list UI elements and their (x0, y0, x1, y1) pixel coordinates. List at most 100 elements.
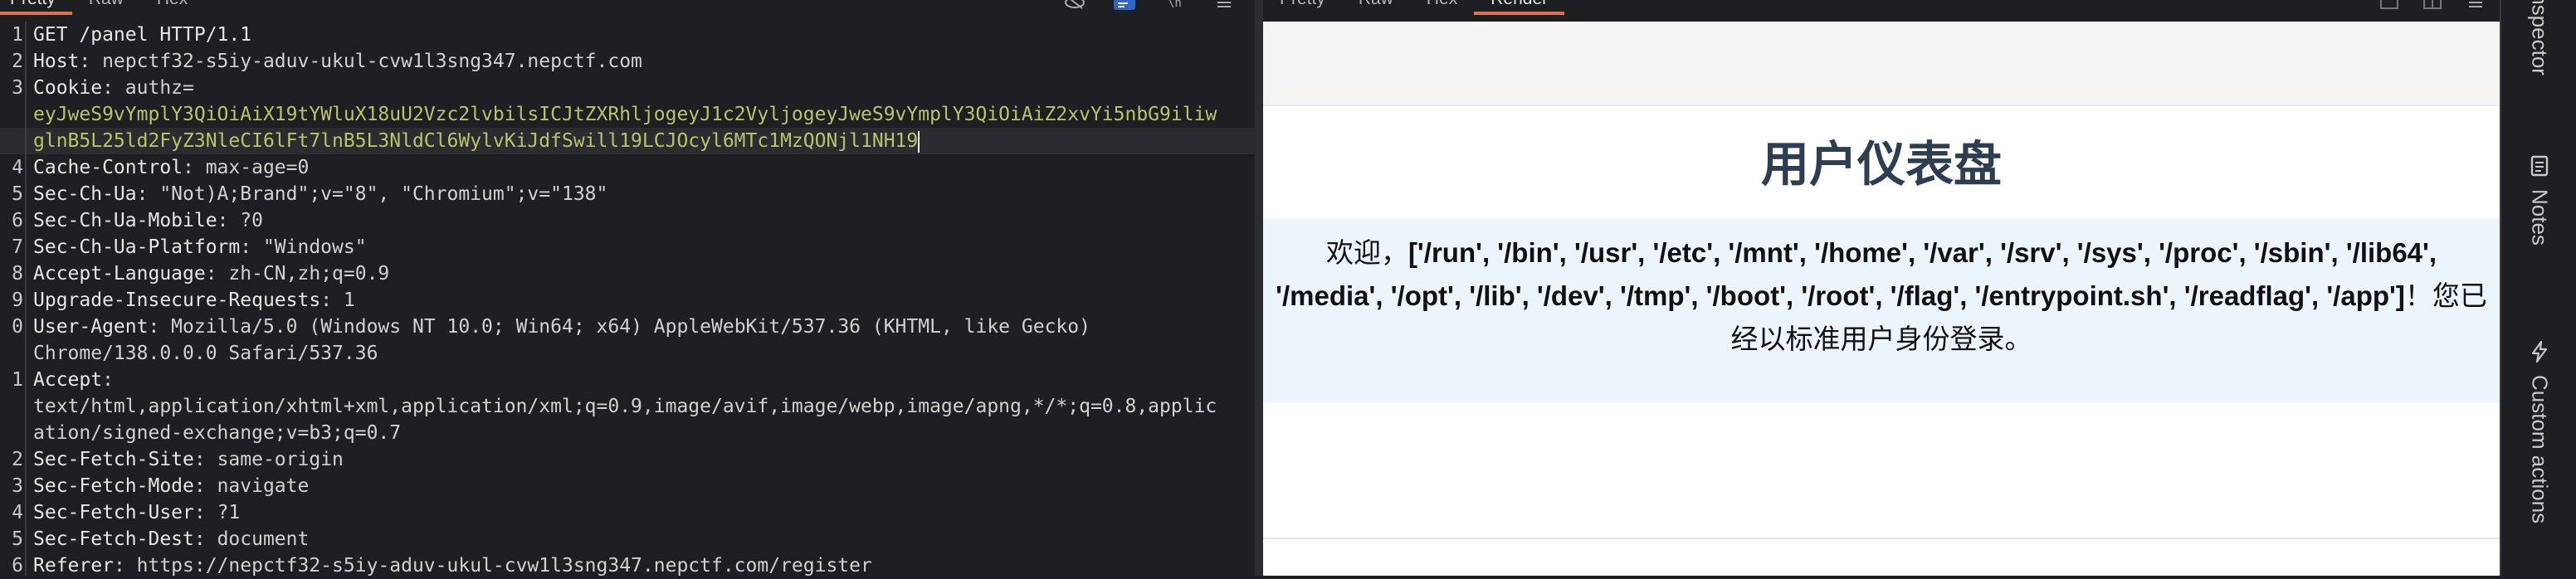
header-name: GET /panel HTTP/1.1 (33, 24, 252, 46)
header-name: Referer (33, 555, 114, 577)
editor-line: 4 Cache-Control: max-age=0 (0, 154, 1255, 181)
tab-hex[interactable]: Hex (1410, 0, 1474, 12)
newline-icon[interactable]: \n (1164, 0, 1185, 10)
line-content: Accept-Language: zh-CN,zh;q=0.9 (30, 260, 389, 287)
response-toolbar (2378, 0, 2486, 10)
layout-horizontal-icon[interactable] (2422, 0, 2443, 10)
username-value: ['/run', '/bin', '/usr', '/etc', '/mnt',… (1276, 237, 2437, 311)
header-name: Cache-Control (33, 157, 183, 178)
editor-line: Chrome/138.0.0.0 Safari/537.36 (0, 340, 1255, 367)
page-header-band (1263, 22, 2500, 105)
line-content: Sec-Fetch-Site: same-origin (30, 446, 344, 473)
line-content: glnB5L25ld2FyZ3NleCI6lFt7lnB5L3NldCl6Wyl… (30, 128, 920, 154)
line-content: text/html,application/xhtml+xml,applicat… (30, 393, 1217, 420)
editor-line: 6 Referer: https://nepctf32-s5iy-aduv-uku… (0, 552, 1255, 579)
editor-line: ation/signed-exchange;v=b3;q=0.7 (0, 420, 1255, 446)
pane-splitter[interactable] (1255, 0, 1263, 576)
lightning-icon (2531, 340, 2548, 363)
line-content: GET /panel HTTP/1.1 (30, 22, 251, 48)
gutter-divider (25, 22, 27, 576)
editor-line: eyJweS9vYmplY3QiOiAiX19tYWluX18uU2Vzc2lv… (0, 101, 1255, 128)
header-name: Sec-Fetch-Mode (33, 475, 194, 497)
header-value: : "Not)A;Brand";v="8", "Chromium";v="138… (136, 183, 608, 205)
welcome-message-box: 欢迎，['/run', '/bin', '/usr', '/etc', '/mn… (1263, 218, 2500, 402)
editor-line: 9 Upgrade-Insecure-Requests: 1 (0, 287, 1255, 314)
tab-pretty[interactable]: Pretty (1263, 0, 1342, 12)
editor-line: 3 Sec-Fetch-Mode: navigate (0, 473, 1255, 499)
header-value: : authz= (102, 77, 194, 99)
header-value: : nepctf32-s5iy-aduv-ukul-cvw1l3sng347.n… (79, 51, 642, 72)
request-toolbar: \n (1064, 0, 1235, 10)
line-content: Cookie: authz= (30, 75, 194, 101)
header-name: Sec-Fetch-Site (33, 449, 194, 470)
rail-inspector[interactable]: Inspector (2501, 0, 2576, 75)
line-content: Referer: https://nepctf32-s5iy-aduv-ukul… (30, 552, 872, 579)
editor-line: 5 Sec-Fetch-Dest: document (0, 526, 1255, 552)
line-content: Sec-Fetch-Dest: document (30, 526, 309, 552)
editor-line: 1 Accept: (0, 367, 1255, 393)
header-value: : https://nepctf32-s5iy-aduv-ukul-cvw1l3… (113, 555, 872, 577)
response-render-pane: Pretty Raw Hex Render 用户仪表盘 欢迎，['/run', … (1263, 0, 2500, 576)
tab-raw[interactable]: Raw (1342, 0, 1410, 12)
header-name: Sec-Fetch-User (33, 502, 194, 523)
cookie-value: glnB5L25ld2FyZ3NleCI6lFt7lnB5L3NldCl6Wyl… (33, 130, 919, 152)
header-value: : 1 (320, 290, 355, 311)
rail-notes-label: Notes (2527, 189, 2553, 246)
editor-line: 5 Sec-Ch-Ua: "Not)A;Brand";v="8", "Chromi… (0, 181, 1255, 207)
line-content: Sec-Ch-Ua: "Not)A;Brand";v="8", "Chromiu… (30, 181, 607, 207)
editor-line: 8 Accept-Language: zh-CN,zh;q=0.9 (0, 260, 1255, 287)
editor-line: text/html,application/xhtml+xml,applicat… (0, 393, 1255, 420)
notes-icon (2530, 155, 2549, 177)
header-value: : ?0 (217, 210, 263, 231)
layout-split-icon[interactable] (2378, 0, 2400, 10)
page-title: 用户仪表盘 (1760, 136, 2002, 192)
header-name: Accept-Language (33, 263, 206, 285)
hide-eye-icon[interactable] (1064, 0, 1086, 10)
rail-notes[interactable]: Notes (2501, 154, 2576, 246)
editor-line: 6 Sec-Ch-Ua-Mobile: ?0 (0, 207, 1255, 234)
line-content: Cache-Control: max-age=0 (30, 154, 309, 181)
editor-line: 0 User-Agent: Mozilla/5.0 (Windows NT 10.… (0, 314, 1255, 340)
header-name: Sec-Ch-Ua-Platform (33, 236, 241, 258)
tab-render[interactable]: Render (1474, 0, 1565, 15)
tab-raw[interactable]: Raw (72, 0, 140, 12)
editor-line: 2 Host: nepctf32-s5iy-aduv-ukul-cvw1l3sng… (0, 48, 1255, 75)
header-value: : max-age=0 (183, 157, 310, 178)
header-name: Host (33, 51, 80, 72)
line-content: User-Agent: Mozilla/5.0 (Windows NT 10.0… (30, 314, 1090, 340)
request-editor-pane: Pretty Raw Hex \n 1GET /panel HTTP/1.12H… (0, 0, 1255, 579)
text-caret (918, 130, 920, 153)
header-value: Chrome/138.0.0.0 Safari/537.36 (33, 343, 378, 364)
inspector-rail: Inspector Notes Custom actions (2500, 0, 2576, 576)
line-content: Chrome/138.0.0.0 Safari/537.36 (30, 340, 378, 367)
editor-line: 3 Cookie: authz= (0, 75, 1255, 101)
line-content: Sec-Fetch-User: ?1 (30, 499, 240, 526)
editor-line: 1 GET /panel HTTP/1.1 (0, 22, 1255, 48)
request-text-editor[interactable]: 1 GET /panel HTTP/1.1 2 Host: nepctf32-s5iy… (0, 22, 1255, 579)
menu-icon[interactable] (2465, 0, 2486, 10)
header-value: text/html,application/xhtml+xml,applicat… (33, 396, 1217, 417)
header-name: Sec-Ch-Ua (33, 183, 137, 205)
header-name: Upgrade-Insecure-Requests (33, 290, 321, 311)
rail-custom-actions[interactable]: Custom actions (2501, 340, 2576, 523)
line-content: Sec-Fetch-Mode: navigate (30, 473, 309, 499)
cookie-value: eyJweS9vYmplY3QiOiAiX19tYWluX18uU2Vzc2lv… (33, 104, 1217, 125)
tab-pretty[interactable]: Pretty (0, 0, 72, 15)
line-content: Accept: (30, 367, 114, 393)
welcome-prefix: 欢迎， (1325, 237, 1408, 268)
line-content: eyJweS9vYmplY3QiOiAiX19tYWluX18uU2Vzc2lv… (30, 101, 1217, 128)
welcome-message: 欢迎，['/run', '/bin', '/usr', '/etc', '/mn… (1273, 231, 2490, 361)
header-value: : ?1 (193, 502, 241, 523)
line-content: Host: nepctf32-s5iy-aduv-ukul-cvw1l3sng3… (30, 48, 642, 75)
tab-hex[interactable]: Hex (140, 0, 204, 12)
editor-line: 4 Sec-Fetch-User: ?1 (0, 499, 1255, 526)
rail-inspector-label: Inspector (2527, 0, 2553, 75)
header-name: Sec-Ch-Ua-Mobile (33, 210, 217, 231)
header-value: ation/signed-exchange;v=b3;q=0.7 (33, 422, 402, 444)
menu-icon[interactable] (1213, 0, 1235, 10)
header-value: : (102, 369, 114, 391)
editor-line: 2 Sec-Fetch-Site: same-origin (0, 446, 1255, 473)
line-content: Sec-Ch-Ua-Mobile: ?0 (30, 207, 263, 234)
wrap-lines-icon[interactable] (1114, 0, 1135, 10)
line-content: Sec-Ch-Ua-Platform: "Windows" (30, 234, 367, 260)
